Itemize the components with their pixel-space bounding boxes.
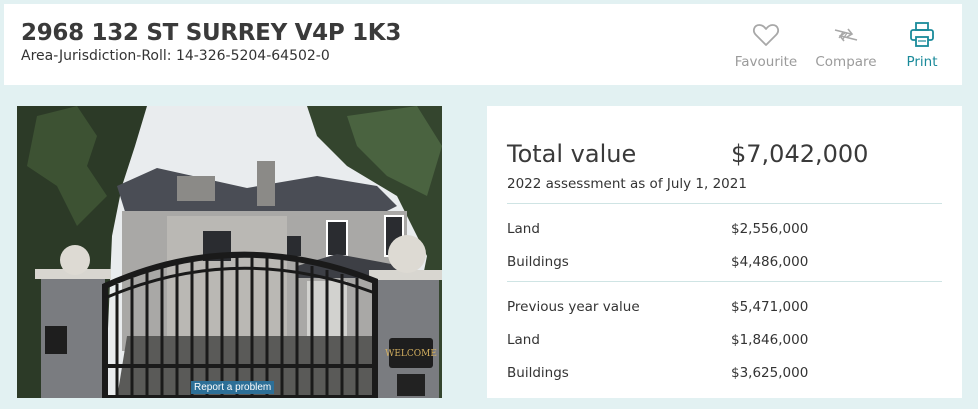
- print-button[interactable]: Print: [882, 20, 962, 70]
- house-gate-image: WELCOME: [17, 106, 442, 398]
- property-photo: WELCOME Report a problem: [17, 106, 442, 398]
- land-label: Land: [507, 221, 540, 237]
- buildings-label: Buildings: [507, 254, 569, 270]
- report-problem-link[interactable]: Report a problem: [191, 381, 275, 394]
- svg-text:WELCOME: WELCOME: [385, 349, 437, 359]
- roll-number: Area-Jurisdiction-Roll: 14-326-5204-6450…: [21, 48, 330, 64]
- compare-label: Compare: [815, 54, 877, 70]
- previous-year-value: $5,471,000: [731, 299, 809, 315]
- previous-land-label: Land: [507, 332, 540, 348]
- total-value-label: Total value: [507, 140, 637, 168]
- previous-buildings-label: Buildings: [507, 365, 569, 381]
- print-label: Print: [906, 54, 938, 70]
- printer-icon: [910, 22, 934, 47]
- previous-land-value: $1,846,000: [731, 332, 809, 348]
- previous-buildings-value: $3,625,000: [731, 365, 809, 381]
- favourite-button[interactable]: Favourite: [726, 20, 806, 70]
- buildings-value: $4,486,000: [731, 254, 809, 270]
- assessment-card: Total value $7,042,000 2022 assessment a…: [487, 106, 962, 398]
- assessment-date: 2022 assessment as of July 1, 2021: [507, 176, 747, 192]
- property-header: 2968 132 ST SURREY V4P 1K3 Area-Jurisdic…: [4, 4, 962, 85]
- heart-icon: [753, 24, 779, 46]
- favourite-label: Favourite: [734, 54, 798, 70]
- total-value-amount: $7,042,000: [731, 140, 869, 168]
- previous-year-label: Previous year value: [507, 299, 640, 315]
- land-value: $2,556,000: [731, 221, 809, 237]
- divider: [507, 203, 942, 204]
- page-title: 2968 132 ST SURREY V4P 1K3: [21, 20, 402, 46]
- compare-button[interactable]: Compare: [806, 20, 886, 70]
- divider: [507, 281, 942, 282]
- compare-arrows-icon: [834, 28, 858, 42]
